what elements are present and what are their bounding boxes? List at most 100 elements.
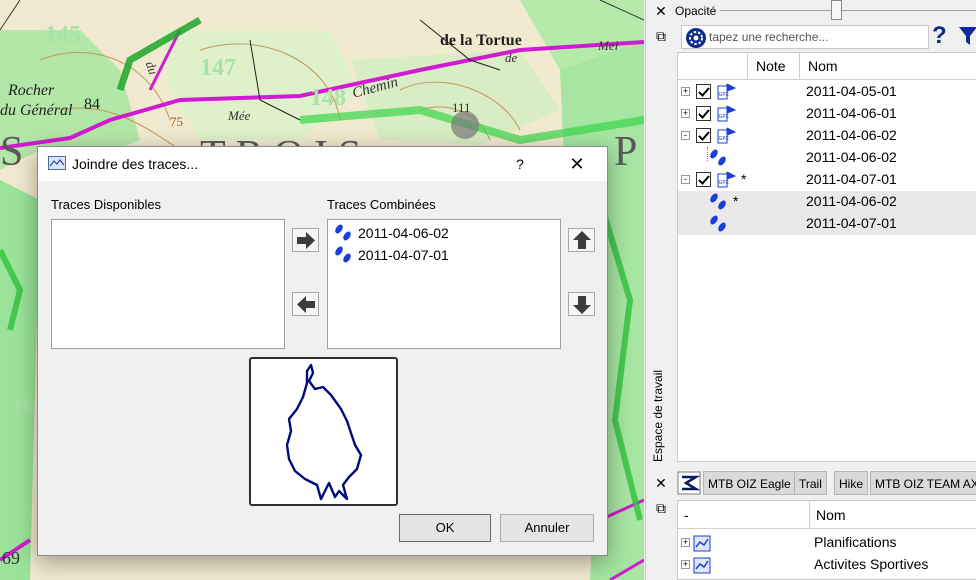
tree-item-label: 2011-04-07-01 — [806, 171, 897, 187]
cancel-button[interactable]: Annuler — [500, 514, 594, 542]
tree-row[interactable]: + GPX 2011-04-05-01 — [678, 81, 976, 103]
map-label-du-general: du Général — [0, 102, 73, 119]
visible-checkbox[interactable] — [696, 84, 711, 99]
visible-checkbox[interactable] — [696, 106, 711, 121]
tree-row[interactable]: + GPX 2011-04-06-01 — [678, 103, 976, 125]
tab-bar: MTB OIZ Eagle Trail Hike MTB OIZ TEAM AX — [677, 471, 976, 497]
trace-preview — [249, 357, 398, 506]
tree-item-label: 2011-04-06-02 — [806, 127, 897, 143]
map-label-145: 145 — [45, 22, 81, 48]
tree-item-label: 2011-04-06-01 — [806, 105, 897, 121]
svg-text:GPX: GPX — [719, 136, 730, 142]
workspace-label: Espace de travail — [651, 369, 665, 462]
opacity-slider-thumb[interactable] — [830, 0, 842, 20]
tree-row[interactable]: - GPX * 2011-04-07-01 — [678, 169, 976, 191]
search-input[interactable] — [709, 28, 925, 46]
visible-checkbox[interactable] — [696, 128, 711, 143]
checkmark-icon — [698, 87, 710, 97]
map-label-p: P — [614, 129, 638, 175]
combined-traces-label: Traces Combinées — [327, 197, 436, 212]
list-item[interactable]: + Activites Sportives — [678, 554, 976, 576]
modified-marker: * — [733, 193, 739, 209]
visible-checkbox[interactable] — [696, 172, 711, 187]
workspace-tree[interactable]: Note Nom + GPX 2011-04-05-01 + GPX 2011-… — [677, 52, 976, 462]
footprints-icon — [710, 149, 726, 166]
arrow-down-icon — [573, 296, 591, 314]
map-icon — [48, 156, 66, 170]
column-name[interactable]: Nom — [810, 501, 976, 529]
map-label-rocher: Rocher — [8, 82, 55, 99]
help-icon[interactable]: ? — [932, 22, 947, 50]
filter-icon[interactable] — [958, 26, 976, 46]
tree-item-label: 2011-04-06-02 — [806, 149, 897, 165]
move-up-button[interactable] — [568, 228, 595, 252]
combined-traces-list[interactable]: 2011-04-06-02 2011-04-07-01 — [327, 219, 561, 349]
tree-row[interactable]: * 2011-04-06-02 — [678, 191, 976, 213]
tree-item-label: 2011-04-07-01 — [806, 215, 897, 231]
footprints-icon — [710, 193, 726, 210]
expander-icon[interactable]: + — [681, 87, 690, 96]
sport-log-icon — [693, 535, 711, 552]
tree-row[interactable]: - GPX 2011-04-06-02 — [678, 125, 976, 147]
activities-list[interactable]: - Nom + Planifications + Activites Sport… — [677, 500, 976, 580]
column-blank[interactable] — [678, 53, 748, 80]
activities-header: - Nom — [678, 501, 976, 529]
workspace-icon[interactable] — [677, 471, 701, 495]
gpx-file-icon: GPX — [717, 83, 737, 100]
map-label-mel: Mel — [598, 38, 619, 53]
expander-icon[interactable]: + — [681, 538, 690, 547]
available-traces-list[interactable] — [51, 219, 285, 349]
tab-trail[interactable]: Trail — [794, 471, 827, 495]
arrow-up-icon — [573, 231, 591, 249]
column-name[interactable]: Nom — [800, 53, 976, 80]
remove-left-button[interactable] — [292, 292, 319, 316]
opacity-label: Opacité — [675, 4, 717, 18]
tree-row[interactable]: 2011-04-07-01 — [678, 213, 976, 235]
map-label-mee: Mée — [228, 108, 251, 123]
expander-icon[interactable]: + — [681, 560, 690, 569]
checkmark-icon — [698, 131, 710, 141]
opacity-slider[interactable] — [720, 10, 976, 11]
column-first[interactable]: - — [678, 501, 810, 529]
join-traces-dialog: Joindre des traces... ? ✕ Traces Disponi… — [37, 146, 608, 556]
modified-marker: * — [741, 171, 747, 187]
close-panel-button[interactable]: ✕ — [651, 475, 671, 492]
map-label-147: 147 — [200, 55, 236, 81]
trace-preview-shape — [285, 363, 363, 501]
collapse-icon[interactable]: - — [681, 131, 690, 140]
expander-icon[interactable]: + — [681, 109, 690, 118]
gpx-file-icon: GPX — [717, 127, 737, 144]
float-panel-button[interactable]: ⧉ — [651, 500, 671, 517]
map-label-69: 69 — [2, 548, 20, 568]
add-right-button[interactable] — [292, 228, 319, 252]
map-label-de-la-tortue: de la Tortue — [440, 32, 522, 49]
dialog-title: Joindre des traces... — [72, 156, 199, 172]
arrow-right-icon — [297, 232, 315, 249]
footprints-icon — [710, 215, 726, 232]
help-button[interactable]: ? — [508, 153, 532, 175]
tree-row[interactable]: 2011-04-06-02 — [678, 147, 976, 169]
checkmark-icon — [698, 175, 710, 185]
column-note[interactable]: Note — [748, 53, 800, 80]
tab-mtb-oiz-team-ax[interactable]: MTB OIZ TEAM AX — [870, 471, 976, 495]
close-panel-button[interactable]: ✕ — [651, 3, 671, 20]
footprints-icon — [335, 224, 351, 241]
checkmark-icon — [698, 109, 710, 119]
dialog-titlebar[interactable]: Joindre des traces... ? ✕ — [38, 147, 607, 181]
activity-item-label: Activites Sportives — [814, 556, 929, 572]
list-item[interactable]: + Planifications — [678, 532, 976, 554]
tab-hike[interactable]: Hike — [834, 471, 869, 495]
move-down-button[interactable] — [568, 292, 595, 316]
map-label-111: 111 — [452, 100, 471, 115]
close-button[interactable]: ✕ — [564, 153, 590, 175]
combined-item-label: 2011-04-06-02 — [358, 225, 449, 241]
list-item[interactable]: 2011-04-06-02 — [332, 222, 449, 244]
collapse-icon[interactable]: - — [681, 175, 690, 184]
float-panel-button[interactable]: ⧉ — [651, 28, 671, 45]
tab-mtb-oiz-eagle[interactable]: MTB OIZ Eagle — [703, 471, 796, 495]
gpx-file-icon: GPX — [717, 171, 737, 188]
ok-button[interactable]: OK — [399, 514, 491, 542]
gear-icon[interactable] — [685, 27, 707, 49]
list-item[interactable]: 2011-04-07-01 — [332, 244, 449, 266]
map-label-16: 16 — [12, 392, 34, 417]
